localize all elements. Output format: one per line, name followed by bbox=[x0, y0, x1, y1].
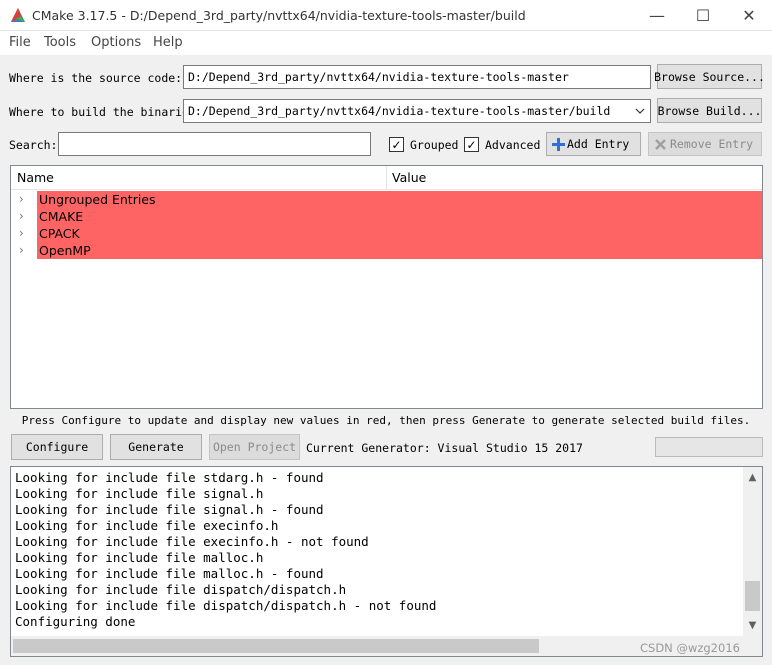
close-button[interactable]: ✕ bbox=[726, 0, 772, 31]
row-highlight bbox=[37, 225, 762, 242]
open-project-button[interactable]: Open Project bbox=[209, 434, 300, 460]
tree-row-label: Ungrouped Entries bbox=[39, 192, 156, 207]
grouped-checkbox[interactable]: ✓ bbox=[389, 137, 404, 152]
cmake-logo-icon bbox=[11, 8, 25, 22]
log-line: Looking for include file malloc.h - foun… bbox=[15, 566, 324, 581]
menu-bar: File Tools Options Help bbox=[0, 31, 772, 55]
progress-bar bbox=[655, 437, 763, 457]
advanced-checkbox[interactable]: ✓ bbox=[464, 137, 479, 152]
plus-icon bbox=[552, 137, 565, 151]
browse-build-button[interactable]: Browse Build... bbox=[657, 98, 762, 123]
remove-entry-label: Remove Entry bbox=[670, 137, 754, 151]
tree-row-cpack[interactable]: › CPACK bbox=[11, 225, 762, 242]
log-line: Looking for include file malloc.h bbox=[15, 550, 264, 565]
add-entry-button[interactable]: Add Entry bbox=[546, 132, 641, 156]
chevron-down-icon[interactable] bbox=[635, 108, 645, 114]
browse-source-button[interactable]: Browse Source... bbox=[654, 64, 765, 89]
expand-arrow-icon[interactable]: › bbox=[19, 225, 31, 242]
advanced-label: Advanced bbox=[485, 138, 541, 152]
configure-button[interactable]: Configure bbox=[11, 434, 103, 460]
title-bar: CMake 3.17.5 - D:/Depend_3rd_party/nvttx… bbox=[0, 0, 772, 31]
expand-arrow-icon[interactable]: › bbox=[19, 242, 31, 259]
build-path-combo[interactable]: D:/Depend_3rd_party/nvttx64/nvidia-textu… bbox=[183, 99, 651, 123]
window-title: CMake 3.17.5 - D:/Depend_3rd_party/nvttx… bbox=[32, 8, 526, 23]
build-path-value: D:/Depend_3rd_party/nvttx64/nvidia-textu… bbox=[188, 104, 611, 118]
vertical-scrollbar[interactable]: ▲ ▼ bbox=[743, 467, 762, 636]
grouped-label: Grouped bbox=[410, 138, 459, 152]
log-line: Looking for include file execinfo.h - no… bbox=[15, 534, 369, 549]
tree-row-label: CPACK bbox=[39, 226, 80, 241]
row-highlight bbox=[37, 208, 762, 225]
horizontal-scrollbar[interactable] bbox=[11, 636, 744, 656]
menu-file[interactable]: File bbox=[9, 35, 31, 50]
expand-arrow-icon[interactable]: › bbox=[19, 191, 31, 208]
watermark-text: CSDN @wzg2016 bbox=[640, 641, 740, 655]
horizontal-scroll-thumb[interactable] bbox=[13, 639, 539, 653]
generate-button[interactable]: Generate bbox=[110, 434, 202, 460]
scroll-down-icon[interactable]: ▼ bbox=[743, 617, 762, 634]
current-generator-text: Current Generator: Visual Studio 15 2017 bbox=[306, 441, 583, 455]
search-label: Search: bbox=[9, 138, 58, 152]
menu-options[interactable]: Options bbox=[91, 35, 141, 50]
menu-help[interactable]: Help bbox=[153, 35, 183, 50]
row-highlight bbox=[37, 242, 762, 259]
scroll-up-icon[interactable]: ▲ bbox=[743, 469, 762, 486]
tree-header: Name Value bbox=[11, 166, 762, 190]
tree-row-cmake[interactable]: › CMAKE bbox=[11, 208, 762, 225]
source-path-input[interactable]: D:/Depend_3rd_party/nvttx64/nvidia-textu… bbox=[183, 65, 651, 89]
scrollbar-corner bbox=[743, 636, 762, 656]
vertical-scroll-thumb[interactable] bbox=[745, 581, 760, 611]
minimize-button[interactable]: — bbox=[634, 0, 680, 31]
build-label: Where to build the binaries: bbox=[9, 105, 203, 119]
log-line: Looking for include file dispatch/dispat… bbox=[15, 598, 437, 613]
tree-row-label: OpenMP bbox=[39, 243, 91, 258]
configure-hint-text: Press Configure to update and display ne… bbox=[21, 414, 751, 427]
menu-tools[interactable]: Tools bbox=[44, 35, 76, 50]
log-line: Configuring done bbox=[15, 614, 136, 629]
log-line: Looking for include file signal.h - foun… bbox=[15, 502, 324, 517]
cache-entries-tree[interactable]: Name Value › Ungrouped Entries › CMAKE ›… bbox=[10, 165, 763, 409]
tree-row-ungrouped-entries[interactable]: › Ungrouped Entries bbox=[11, 191, 762, 208]
expand-arrow-icon[interactable]: › bbox=[19, 208, 31, 225]
log-line: Looking for include file signal.h bbox=[15, 486, 264, 501]
log-line: Looking for include file execinfo.h bbox=[15, 518, 279, 533]
tree-row-label: CMAKE bbox=[39, 209, 84, 224]
column-separator[interactable] bbox=[386, 166, 387, 190]
output-log[interactable]: Looking for include file stdarg.h - foun… bbox=[10, 466, 763, 657]
search-input[interactable] bbox=[58, 132, 371, 156]
log-line: Looking for include file dispatch/dispat… bbox=[15, 582, 347, 597]
maximize-button[interactable]: ☐ bbox=[680, 0, 726, 31]
source-label: Where is the source code: bbox=[9, 71, 183, 85]
column-header-name[interactable]: Name bbox=[17, 170, 54, 185]
log-line: Looking for include file stdarg.h - foun… bbox=[15, 470, 324, 485]
remove-icon bbox=[655, 138, 666, 150]
tree-row-openmp[interactable]: › OpenMP bbox=[11, 242, 762, 259]
column-header-value[interactable]: Value bbox=[392, 170, 426, 185]
remove-entry-button[interactable]: Remove Entry bbox=[648, 132, 762, 156]
add-entry-label: Add Entry bbox=[567, 137, 630, 151]
